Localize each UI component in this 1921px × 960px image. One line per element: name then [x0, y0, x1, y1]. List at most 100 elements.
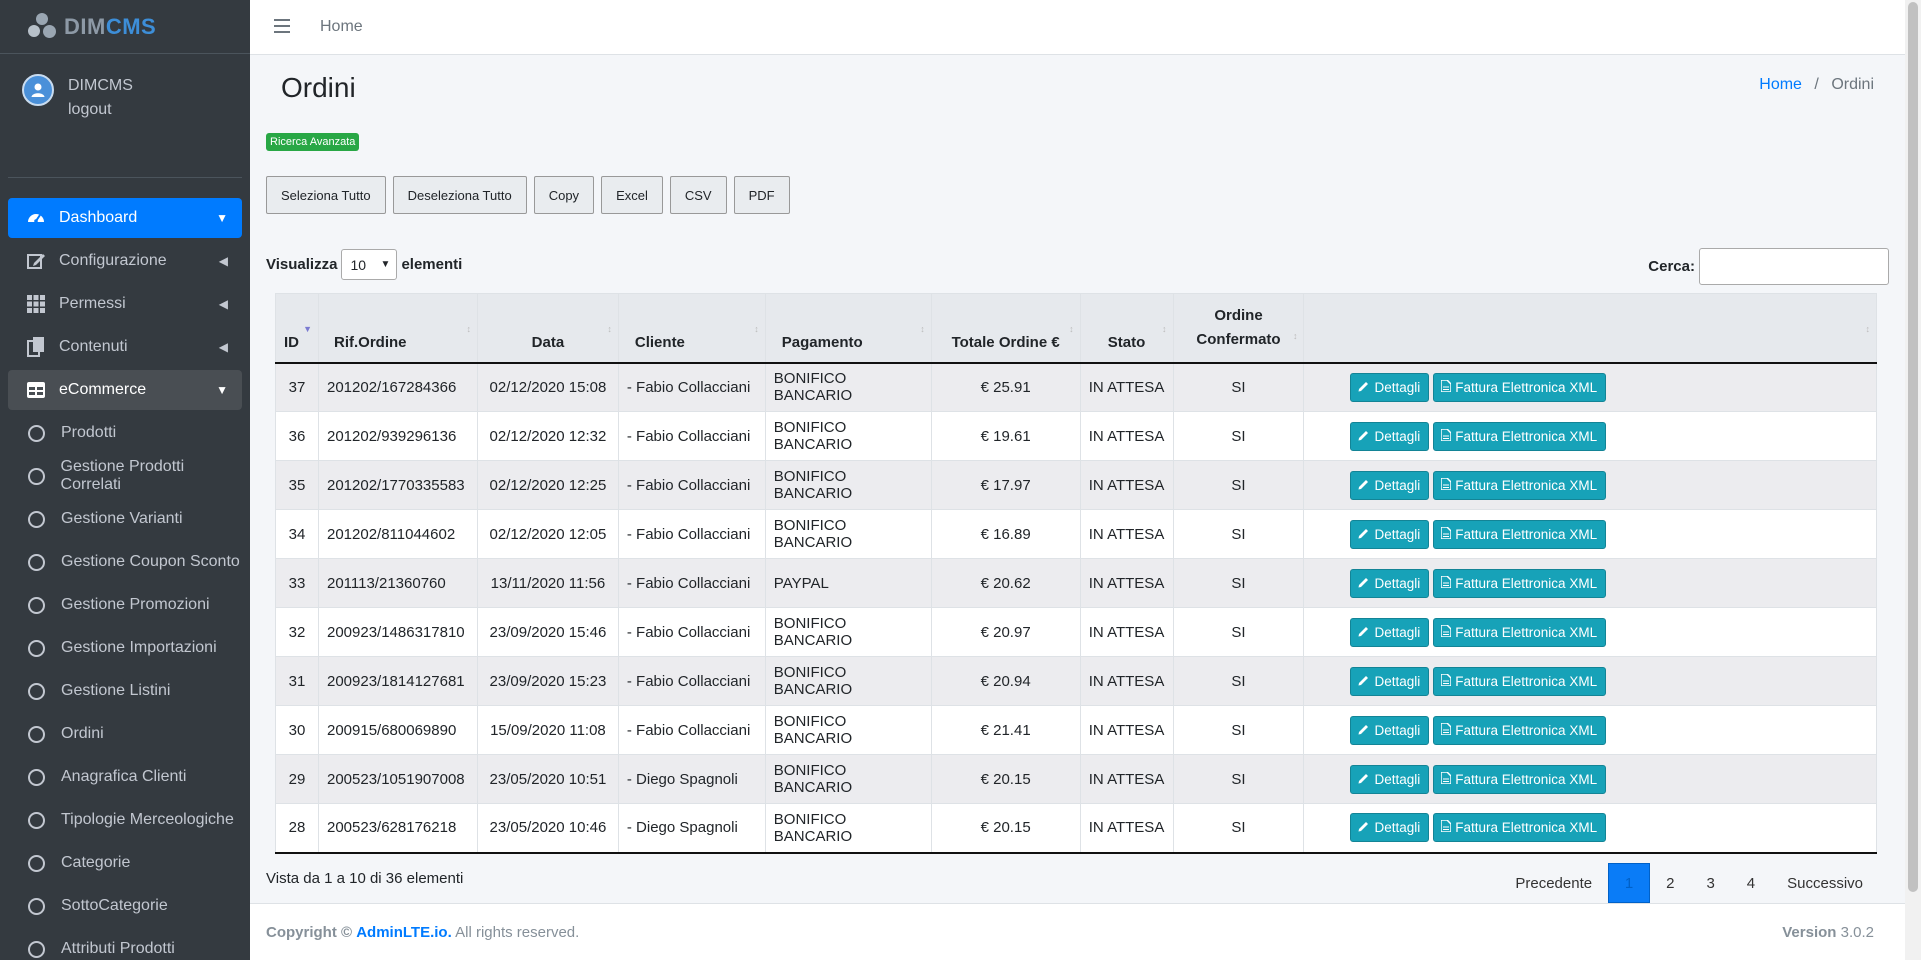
- invoice-xml-button[interactable]: Fattura Elettronica XML: [1433, 764, 1607, 794]
- invoice-xml-button[interactable]: Fattura Elettronica XML: [1433, 568, 1607, 598]
- column-header-label: Rif.Ordine: [333, 333, 407, 351]
- copy-button[interactable]: Copy: [533, 176, 595, 214]
- invoice-xml-button[interactable]: Fattura Elettronica XML: [1433, 666, 1607, 696]
- cell-id: 35: [275, 460, 319, 510]
- pencil-icon: [1358, 576, 1370, 591]
- sidebar-subitem-promozioni[interactable]: Gestione Promozioni: [8, 585, 242, 625]
- search-label: Cerca:: [1648, 258, 1695, 275]
- cell-confermato: SI: [1172, 754, 1305, 804]
- cell-totale: € 20.97: [930, 607, 1081, 657]
- column-header-data[interactable]: Data ↕: [476, 293, 619, 364]
- scrollbar-thumb[interactable]: [1908, 2, 1918, 892]
- pagination-page-current[interactable]: 1: [1608, 863, 1651, 903]
- cell-totale: € 25.91: [930, 362, 1081, 412]
- circle-icon: [28, 940, 45, 958]
- brand-link[interactable]: DIMCMS: [0, 0, 250, 54]
- invoice-xml-button[interactable]: Fattura Elettronica XML: [1433, 715, 1607, 745]
- edit-icon: [25, 250, 47, 272]
- cell-confermato: SI: [1172, 656, 1305, 706]
- invoice-xml-button[interactable]: Fattura Elettronica XML: [1433, 421, 1607, 451]
- length-prefix: Visualizza: [266, 256, 338, 273]
- cell-stato: IN ATTESA: [1079, 705, 1174, 755]
- details-button[interactable]: Dettagli: [1350, 519, 1430, 549]
- sidebar-item-dashboard[interactable]: Dashboard ▼: [8, 198, 242, 238]
- deselect-all-button[interactable]: Deseleziona Tutto: [392, 176, 527, 214]
- logout-link[interactable]: logout: [68, 98, 133, 122]
- sidebar-subitem-sottocategorie[interactable]: SottoCategorie: [8, 886, 242, 926]
- sidebar-subitem-attributi[interactable]: Attributi Prodotti: [8, 929, 242, 960]
- details-button[interactable]: Dettagli: [1350, 813, 1430, 843]
- details-button[interactable]: Dettagli: [1350, 421, 1430, 451]
- pagination-next[interactable]: Successivo: [1771, 863, 1879, 903]
- navbar-home-link[interactable]: Home: [320, 18, 363, 36]
- column-header-ordine-confermato[interactable]: Ordine Confermato ↕: [1172, 293, 1305, 364]
- details-button[interactable]: Dettagli: [1350, 372, 1430, 402]
- details-button[interactable]: Dettagli: [1350, 568, 1430, 598]
- column-header-rif-ordine[interactable]: Rif.Ordine ↕: [317, 293, 478, 364]
- details-button[interactable]: Dettagli: [1350, 764, 1430, 794]
- column-header-totale[interactable]: Totale Ordine € ↕: [930, 293, 1081, 364]
- pagination-page[interactable]: 3: [1690, 863, 1730, 903]
- cell-actions: Dettagli Fattura Elettronica XML: [1303, 558, 1877, 608]
- sidebar-subitem-coupon[interactable]: Gestione Coupon Sconto: [8, 542, 242, 582]
- chevron-left-icon: ◀: [218, 297, 228, 311]
- sidebar-item-contenuti[interactable]: Contenuti ◀: [8, 327, 242, 367]
- search-input[interactable]: [1699, 248, 1889, 285]
- sidebar-subitem-tipologie[interactable]: Tipologie Merceologiche: [8, 800, 242, 840]
- pencil-icon: [1358, 380, 1370, 395]
- column-header-id[interactable]: ID ▼: [275, 293, 319, 364]
- details-button[interactable]: Dettagli: [1350, 470, 1430, 500]
- pagination-previous[interactable]: Precedente: [1499, 863, 1608, 903]
- sidebar-subitem-ordini[interactable]: Ordini: [8, 714, 242, 754]
- pagination-page[interactable]: 4: [1731, 863, 1771, 903]
- sidebar-subitem-varianti[interactable]: Gestione Varianti: [8, 499, 242, 539]
- csv-button[interactable]: CSV: [669, 176, 727, 214]
- breadcrumb-home-link[interactable]: Home: [1759, 76, 1802, 93]
- sidebar-subitem-label: Categorie: [61, 854, 131, 871]
- invoice-xml-button[interactable]: Fattura Elettronica XML: [1433, 813, 1607, 843]
- sidebar-subitem-listini[interactable]: Gestione Listini: [8, 671, 242, 711]
- page-scrollbar[interactable]: [1905, 0, 1921, 960]
- cell-pagamento: PAYPAL: [764, 558, 932, 608]
- column-header-cliente[interactable]: Cliente ↕: [617, 293, 766, 364]
- pdf-button[interactable]: PDF: [733, 176, 790, 214]
- sidebar-item-label: Permessi: [59, 295, 126, 312]
- sidebar-item-permessi[interactable]: Permessi ◀: [8, 284, 242, 324]
- version-label: Version: [1782, 923, 1837, 941]
- page-title: Ordini: [281, 72, 356, 103]
- select-all-button[interactable]: Seleziona Tutto: [266, 176, 386, 214]
- hamburger-menu-icon[interactable]: [274, 16, 294, 39]
- sidebar-subitem-prodotti-correlati[interactable]: Gestione Prodotti Correlati: [8, 456, 242, 496]
- sidebar-subitem-clienti[interactable]: Anagrafica Clienti: [8, 757, 242, 797]
- excel-button[interactable]: Excel: [601, 176, 663, 214]
- details-button[interactable]: Dettagli: [1350, 666, 1430, 696]
- cell-stato: IN ATTESA: [1079, 460, 1174, 510]
- pagination-page[interactable]: 2: [1650, 863, 1690, 903]
- invoice-button-label: Fattura Elettronica XML: [1455, 722, 1598, 738]
- sidebar-subitem-categorie[interactable]: Categorie: [8, 843, 242, 883]
- circle-icon: [28, 682, 45, 700]
- sidebar-subitem-prodotti[interactable]: Prodotti: [8, 413, 242, 453]
- brand-text-part2: CMS: [105, 13, 157, 39]
- invoice-xml-button[interactable]: Fattura Elettronica XML: [1433, 617, 1607, 647]
- invoice-xml-button[interactable]: Fattura Elettronica XML: [1433, 372, 1607, 402]
- column-header-stato[interactable]: Stato ↕: [1079, 293, 1174, 364]
- user-name[interactable]: DIMCMS: [68, 74, 133, 98]
- details-button[interactable]: Dettagli: [1350, 617, 1430, 647]
- cell-data: 02/12/2020 12:32: [476, 411, 619, 461]
- sidebar-item-configurazione[interactable]: Configurazione ◀: [8, 241, 242, 281]
- cell-stato: IN ATTESA: [1079, 558, 1174, 608]
- invoice-xml-button[interactable]: Fattura Elettronica XML: [1433, 519, 1607, 549]
- advanced-search-badge[interactable]: Ricerca Avanzata: [266, 133, 360, 151]
- cell-stato: IN ATTESA: [1079, 362, 1174, 412]
- page-length-select[interactable]: 10 ▼: [341, 249, 398, 280]
- pencil-icon: [1358, 674, 1370, 689]
- sidebar-item-ecommerce[interactable]: eCommerce ▼: [8, 370, 242, 410]
- adminlte-link[interactable]: AdminLTE.io.: [356, 924, 452, 941]
- cell-confermato: SI: [1172, 558, 1305, 608]
- column-header-pagamento[interactable]: Pagamento ↕: [764, 293, 932, 364]
- table-row: 37 201202/167284366 02/12/2020 15:08- Fabi…: [275, 362, 1877, 412]
- details-button[interactable]: Dettagli: [1350, 715, 1430, 745]
- invoice-xml-button[interactable]: Fattura Elettronica XML: [1433, 470, 1607, 500]
- sidebar-subitem-importazioni[interactable]: Gestione Importazioni: [8, 628, 242, 668]
